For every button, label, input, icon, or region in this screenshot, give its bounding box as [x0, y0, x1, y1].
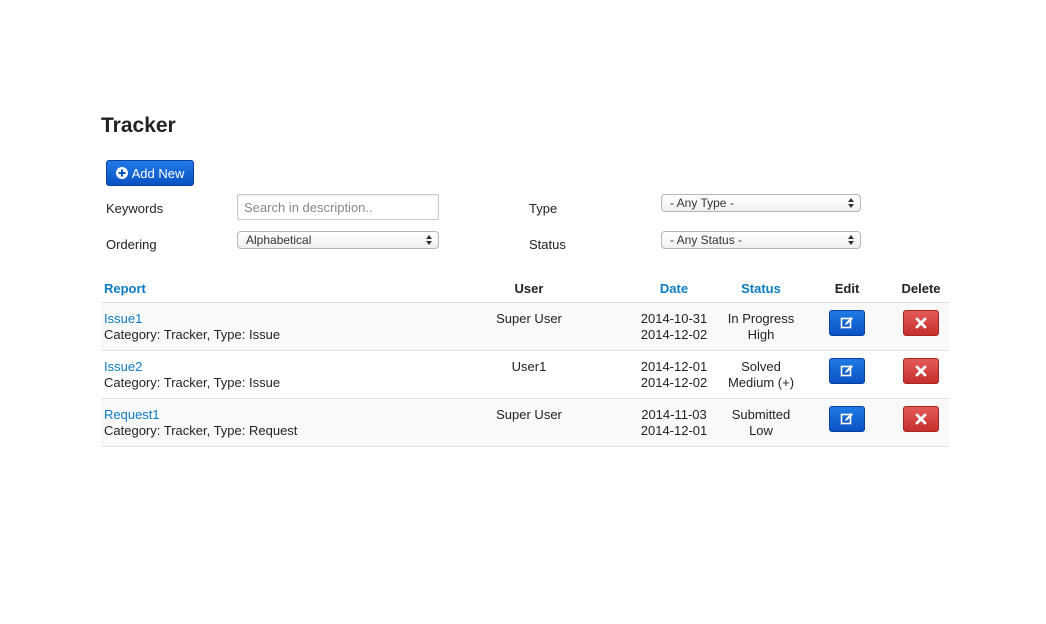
report-link[interactable]: Issue1	[104, 311, 142, 326]
user-column-header: User	[431, 275, 627, 303]
report-link[interactable]: Request1	[104, 407, 160, 422]
select-arrows-icon	[848, 235, 854, 245]
report-meta: Category: Tracker, Type: Issue	[104, 375, 281, 390]
delete-button[interactable]	[903, 358, 939, 384]
type-select[interactable]: - Any Type -	[661, 194, 861, 212]
table-header-row: Report User Date Status Edit Delete	[101, 275, 949, 303]
edit-icon	[840, 317, 853, 329]
keywords-search-input[interactable]	[237, 194, 439, 220]
select-arrows-icon	[848, 198, 854, 208]
status-select[interactable]: - Any Status -	[661, 231, 861, 249]
date-column-header[interactable]: Date	[660, 281, 688, 296]
keywords-label: Keywords	[106, 201, 164, 216]
priority-text: High	[747, 327, 775, 342]
user-name: User1	[511, 359, 547, 374]
edit-button[interactable]	[829, 310, 865, 336]
edit-column-header: Edit	[801, 275, 893, 303]
ordering-label: Ordering	[106, 237, 157, 252]
edit-button[interactable]	[829, 358, 865, 384]
created-date: 2014-10-31	[640, 311, 708, 326]
report-meta: Category: Tracker, Type: Request	[104, 423, 298, 438]
plus-circle-icon	[115, 167, 128, 179]
select-arrows-icon	[426, 235, 432, 245]
modified-date: 2014-12-02	[640, 327, 708, 342]
page-title: Tracker	[101, 114, 176, 137]
status-column-header[interactable]: Status	[741, 281, 781, 296]
priority-text: Low	[749, 423, 773, 438]
status-text: Solved	[741, 359, 781, 374]
type-label: Type	[529, 201, 558, 216]
modified-date: 2014-12-01	[640, 423, 708, 438]
delete-button[interactable]	[903, 406, 939, 432]
tracker-table: Report User Date Status Edit Delete Issu…	[101, 275, 949, 447]
modified-date: 2014-12-02	[640, 375, 708, 390]
table-row: Issue1 Category: Tracker, Type: Issue Su…	[101, 302, 949, 351]
status-select-value: - Any Status -	[670, 233, 743, 247]
table-row: Issue2 Category: Tracker, Type: Issue Us…	[101, 350, 949, 399]
status-label: Status	[529, 237, 566, 252]
close-icon	[915, 365, 927, 377]
status-text: In Progress	[727, 311, 795, 326]
report-link[interactable]: Issue2	[104, 359, 142, 374]
edit-icon	[840, 413, 853, 425]
close-icon	[915, 317, 927, 329]
ordering-select-value: Alphabetical	[246, 233, 312, 247]
status-text: Submitted	[731, 407, 791, 422]
report-meta: Category: Tracker, Type: Issue	[104, 327, 281, 342]
edit-icon	[840, 365, 853, 377]
table-row: Request1 Category: Tracker, Type: Reques…	[101, 398, 949, 447]
type-select-value: - Any Type -	[670, 196, 734, 210]
priority-text: Medium (+)	[727, 375, 795, 390]
report-column-header[interactable]: Report	[104, 281, 146, 296]
created-date: 2014-12-01	[640, 359, 708, 374]
edit-button[interactable]	[829, 406, 865, 432]
created-date: 2014-11-03	[641, 407, 707, 422]
add-new-button[interactable]: Add New	[106, 160, 194, 186]
delete-button[interactable]	[903, 310, 939, 336]
delete-column-header: Delete	[893, 275, 949, 303]
tracker-page: Tracker Add New Keywords Ordering Alphab…	[101, 112, 949, 447]
add-new-label: Add New	[131, 165, 185, 181]
close-icon	[915, 413, 927, 425]
ordering-select[interactable]: Alphabetical	[237, 231, 439, 249]
user-name: Super User	[496, 407, 562, 422]
user-name: Super User	[496, 311, 562, 326]
